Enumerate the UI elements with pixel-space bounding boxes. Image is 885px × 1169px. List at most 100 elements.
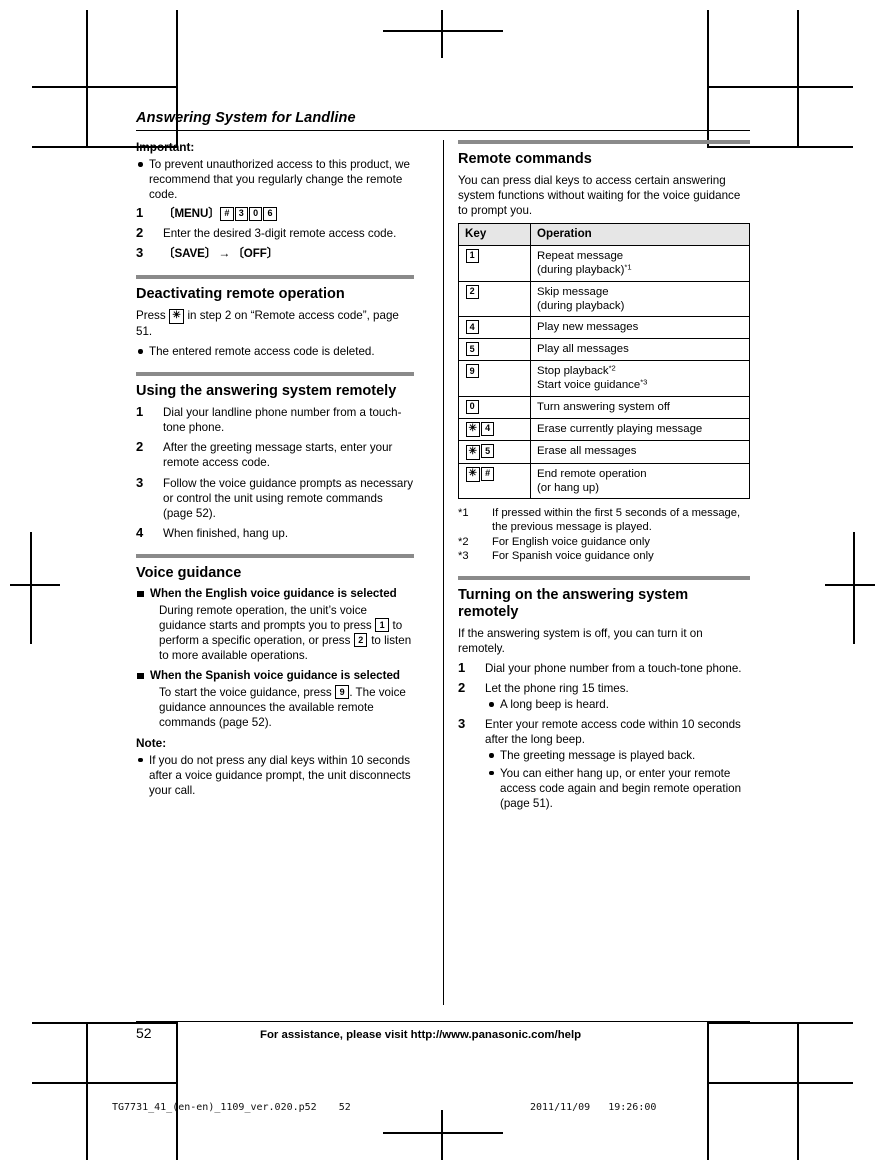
operation-line-1: Stop playback	[537, 365, 609, 378]
subsection-body: To start the voice guidance, press 9. Th…	[136, 685, 414, 730]
cell-key: 4	[458, 316, 531, 340]
keycap-5: 5	[480, 444, 495, 459]
step-2-bullets: A long beep is heard.	[485, 697, 750, 712]
subsection-heading: When the English voice guidance is selec…	[136, 587, 414, 602]
using-remotely-steps: 1 Dial your landline phone number from a …	[136, 404, 414, 541]
section-divider	[136, 372, 414, 377]
keycap-0: 0	[465, 399, 479, 414]
section-divider	[458, 140, 750, 144]
footnote-text: If pressed within the first 5 seconds of…	[492, 507, 741, 534]
cell-key: 0	[458, 395, 531, 419]
section-heading: Using the answering system remotely	[136, 383, 397, 400]
step-text: Enter your remote access code within 10 …	[485, 718, 741, 747]
slug-date: 2011/11/09	[530, 1102, 591, 1113]
list-item: The entered remote access code is delete…	[136, 344, 414, 359]
two-column-layout: Important: To prevent unauthorized acces…	[136, 140, 750, 1018]
step-number: 3	[136, 474, 144, 490]
step-2: 2 Let the phone ring 15 times. A long bee…	[458, 680, 750, 712]
turning-on-steps: 1 Dial your phone number from a touch-ton…	[458, 660, 750, 811]
page-content: Answering System for Landline Important:…	[136, 110, 750, 1030]
assistance-text: For assistance, please visit http://www.…	[260, 1029, 582, 1041]
important-bullet-list: To prevent unauthorized access to this p…	[136, 157, 414, 202]
cell-operation: Play all messages	[530, 338, 750, 362]
list-item: You can either hang up, or enter your re…	[485, 766, 750, 811]
cell-key: 9	[458, 360, 531, 397]
list-item: If you do not press any dial keys within…	[136, 753, 414, 798]
list-item: A long beep is heard.	[485, 697, 750, 712]
step-4: 4 When finished, hang up.	[136, 524, 414, 541]
softkey-menu: 〔MENU〕	[163, 207, 220, 221]
slug-time: 19:26:00	[608, 1102, 657, 1113]
footnote-text: For English voice guidance only	[492, 535, 650, 548]
cell-operation: Turn answering system off	[530, 395, 750, 419]
cell-operation: End remote operation (or hang up)	[530, 462, 750, 500]
keycap-star: ✳	[465, 467, 480, 483]
step-number: 4	[136, 524, 144, 540]
softkey-save: 〔SAVE〕	[163, 247, 217, 261]
running-head: Answering System for Landline	[136, 110, 356, 126]
keycap-2: 2	[354, 633, 368, 648]
step-2: 2 Enter the desired 3-digit remote access…	[136, 225, 414, 241]
keycap-5: 5	[465, 342, 479, 357]
remote-commands-lead: You can press dial keys to access certai…	[458, 174, 741, 218]
important-steps: 1 〔MENU〕 #3 0 6 2 Enter the desired 3-digit r…	[136, 205, 414, 262]
body-part-1: To start the voice guidance, press	[159, 685, 335, 699]
operation-line-1: Skip message	[537, 285, 609, 298]
arrow-icon: →	[218, 246, 231, 261]
operation-line-2: (during playback)	[537, 264, 625, 277]
voice-guidance-english: When the English voice guidance is selec…	[136, 587, 414, 663]
cell-key: ✳ 4	[458, 417, 531, 442]
note-label: Note:	[136, 735, 167, 750]
turning-on-lead: If the answering system is off, you can …	[458, 627, 703, 656]
body-part-1: During remote operation, the unit’s voic…	[159, 603, 375, 632]
column-divider	[428, 140, 458, 1018]
step-text: When finished, hang up.	[163, 526, 289, 540]
text-before-key: Press	[136, 309, 169, 323]
section-divider	[136, 274, 414, 279]
keycap-4: 4	[465, 320, 479, 335]
cell-key: ✳ #	[458, 462, 531, 500]
step-number: 3	[136, 245, 144, 261]
table-row: 5 Play all messages	[458, 338, 750, 362]
deactivating-text: Press ✳ in step 2 on “Remote access code…	[136, 308, 414, 339]
step-3: 3 Enter your remote access code within 10…	[458, 716, 750, 810]
section-turning-on-remotely: Turning on the answering system remotely…	[458, 587, 750, 811]
operation-line-2: (or hang up)	[537, 481, 600, 494]
keycap-6: 6	[263, 206, 277, 221]
operation-line-2: Start voice guidance	[537, 379, 641, 392]
keycap-1: 1	[375, 618, 389, 633]
table-row: 4 Play new messages	[458, 316, 750, 340]
cell-operation: Play new messages	[530, 316, 750, 340]
slug-page: 52	[338, 1102, 351, 1113]
step-1: 1 Dial your phone number from a touch-ton…	[458, 660, 750, 676]
operation-line-2: (during playback)	[537, 299, 625, 312]
keycap-star: ✳	[465, 444, 480, 460]
imposition-slug: TG7731_41_(en-en)_1109_ver.020.p52 52 201…	[0, 1098, 885, 1124]
step-text: Dial your landline phone number from a t…	[163, 406, 402, 435]
footnote-mark: *2	[458, 535, 469, 548]
table-header-row: Key Operation	[458, 223, 750, 246]
step-number: 2	[136, 439, 144, 455]
section-divider	[136, 553, 414, 558]
step-number: 3	[458, 716, 466, 732]
section-using-remotely: Using the answering system remotely 1 Dia…	[136, 383, 414, 541]
cell-operation: Stop playback*2 Start voice guidance*3	[530, 360, 750, 397]
deactivating-bullet-list: The entered remote access code is delete…	[136, 344, 414, 359]
column-header-operation: Operation	[530, 223, 750, 246]
keycap-2: 2	[465, 284, 479, 299]
table-row: 2 Skip message (during playback)	[458, 280, 750, 318]
footnote-3: *3 For Spanish voice guidance only	[458, 549, 750, 563]
table-row: 0 Turn answering system off	[458, 395, 750, 419]
step-3-bullets: The greeting message is played back. You…	[485, 748, 750, 810]
keycap-hash: #	[480, 466, 495, 481]
footnote-ref: *1	[624, 262, 632, 272]
section-important: Important: To prevent unauthorized acces…	[136, 140, 414, 262]
keycap-4: 4	[480, 421, 495, 436]
footnote-1: *1 If pressed within the first 5 seconds …	[458, 506, 750, 534]
keycap-hash: #	[220, 206, 234, 221]
list-item: The greeting message is played back.	[485, 748, 750, 763]
keycap-0: 0	[248, 206, 263, 221]
step-number: 2	[458, 680, 466, 696]
keycap-star: ✳	[465, 422, 480, 438]
section-heading: Deactivating remote operation	[136, 285, 345, 302]
